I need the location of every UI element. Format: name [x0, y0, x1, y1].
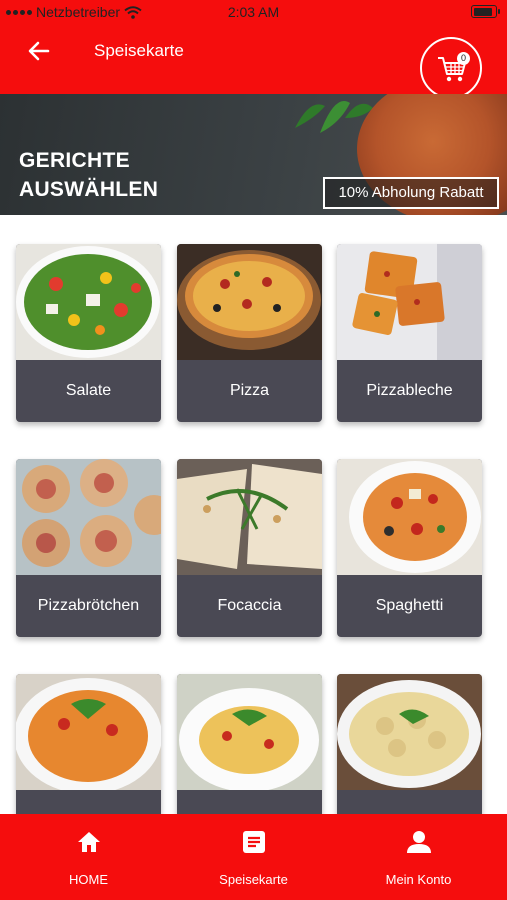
nav-mein-konto[interactable]: Mein Konto [334, 814, 503, 900]
cart-button[interactable]: 0 [420, 37, 482, 99]
app-header: Netzbetreiber 2:03 AM Speisekarte 0 [0, 0, 507, 99]
page-title: Speisekarte [94, 41, 184, 60]
pizza-image [177, 244, 322, 360]
category-card-pizza[interactable]: Pizza [177, 244, 322, 422]
category-card-penne[interactable] [16, 674, 161, 814]
category-label: Focaccia [217, 597, 282, 614]
home-icon [78, 832, 100, 852]
cart-count-badge: 0 [457, 52, 470, 65]
battery-icon [471, 5, 500, 18]
pizzableche-image [337, 244, 482, 360]
banner-heading-line1: GERICHTE [19, 149, 130, 172]
tortellini-image [337, 674, 482, 790]
menu-book-icon [243, 831, 265, 853]
category-label: Spaghetti [375, 597, 444, 614]
status-time: 2:03 AM [227, 4, 280, 20]
category-label [177, 790, 322, 814]
category-card-tagliatelle[interactable] [177, 674, 322, 814]
nav-speisekarte[interactable]: Speisekarte [169, 814, 338, 900]
focaccia-image [177, 459, 322, 575]
nav-speisekarte-label: Speisekarte [219, 872, 288, 887]
category-label: Pizza [229, 382, 270, 399]
category-card-salate[interactable]: Salate [16, 244, 161, 422]
category-label: Pizzabrötchen [37, 597, 140, 614]
category-label: Salate [65, 382, 112, 399]
nav-home-label: HOME [69, 872, 108, 887]
promo-banner: GERICHTE AUSWÄHLEN 10% Abholung Rabatt [0, 94, 507, 215]
category-card-pizzabroetchen[interactable]: Pizzabrötchen [16, 459, 161, 637]
status-bar: Netzbetreiber 2:03 AM [0, 0, 507, 26]
banner-heading-line2: AUSWÄHLEN [19, 178, 159, 201]
category-label [337, 790, 482, 814]
banner-heading: GERICHTE AUSWÄHLEN [19, 146, 158, 204]
nav-home[interactable]: HOME [4, 814, 173, 900]
bottom-navigation: HOME Speisekarte Mein Konto [0, 814, 507, 900]
category-label: Pizzableche [366, 382, 453, 399]
category-card-pizzableche[interactable]: Pizzableche [337, 244, 482, 422]
category-card-focaccia[interactable]: Focaccia [177, 459, 322, 637]
back-button[interactable] [26, 38, 54, 64]
arrow-left-icon [28, 41, 50, 61]
pizzabroetchen-image [16, 459, 161, 575]
discount-badge[interactable]: 10% Abholung Rabatt [323, 177, 499, 209]
category-grid: Salate Pizza Pizzableche Pizzabrötchen F… [0, 216, 507, 814]
nav-mein-konto-label: Mein Konto [385, 872, 452, 887]
category-label [16, 790, 161, 814]
penne-image [16, 674, 161, 790]
category-card-tortellini[interactable] [337, 674, 482, 814]
category-card-spaghetti[interactable]: Spaghetti [337, 459, 482, 637]
tagliatelle-image [177, 674, 322, 790]
salad-image [16, 244, 161, 360]
account-icon [407, 831, 431, 853]
spaghetti-image [337, 459, 482, 575]
